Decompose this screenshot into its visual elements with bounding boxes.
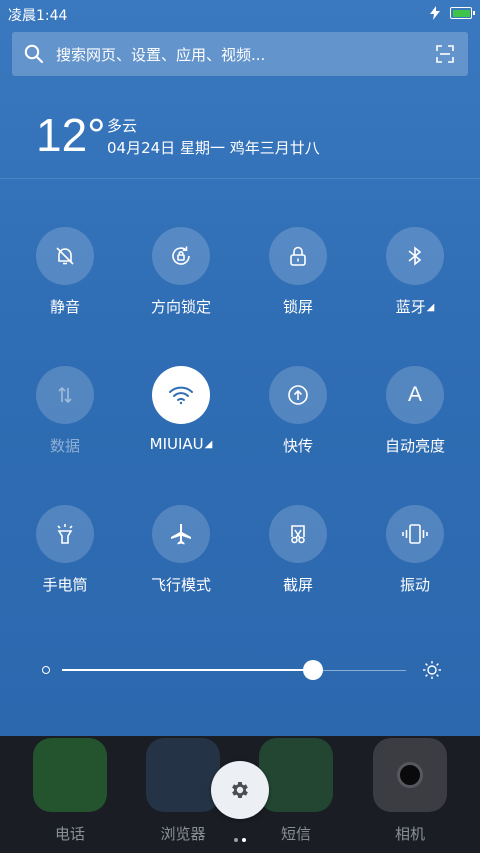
screenshot-scissors-icon xyxy=(291,525,305,544)
weather-temperature: 12° xyxy=(36,109,106,161)
bluetooth-label: 蓝牙 xyxy=(395,298,426,316)
toggle-label: 振动 xyxy=(399,576,430,594)
dock-app-camera[interactable]: 相机 xyxy=(360,736,460,844)
toggle-quick-transfer[interactable]: 快传 xyxy=(248,366,348,456)
airplane-mode-button[interactable] xyxy=(152,505,210,563)
toggle-wifi[interactable]: MIUIAU◢ xyxy=(131,366,231,453)
toggle-screenshot[interactable]: 截屏 xyxy=(248,505,348,595)
mobile-data-toggle-button[interactable] xyxy=(36,366,94,424)
brightness-slider[interactable] xyxy=(40,656,442,684)
toggle-vibrate[interactable]: 振动 xyxy=(365,505,465,595)
gear-icon xyxy=(232,782,248,798)
dock-app-phone[interactable]: 电话 xyxy=(20,736,120,844)
bluetooth-icon xyxy=(408,246,422,266)
toggle-rotation-lock[interactable]: 方向锁定 xyxy=(131,227,231,317)
weather-date: 04月24日 星期一 鸡年三月廿八 xyxy=(107,139,320,157)
lock-screen-button[interactable] xyxy=(269,227,327,285)
messages-app-icon xyxy=(259,738,333,812)
app-label: 相机 xyxy=(394,825,425,843)
page-dot xyxy=(234,838,238,842)
wifi-label: MIUIAU xyxy=(149,435,204,453)
brightness-fill xyxy=(62,669,314,671)
toggle-bluetooth[interactable]: 蓝牙◢ xyxy=(365,227,465,317)
brightness-low-icon xyxy=(42,666,50,674)
toggle-label: 静音 xyxy=(49,298,80,316)
toggle-label: 方向锁定 xyxy=(150,298,211,316)
search-input[interactable] xyxy=(54,32,428,78)
rotation-lock-toggle-button[interactable] xyxy=(152,227,210,285)
toggle-label: MIUIAU◢ xyxy=(131,435,231,453)
browser-app-icon xyxy=(146,738,220,812)
search-bar[interactable] xyxy=(12,32,468,78)
toggle-airplane-mode[interactable]: 飞行模式 xyxy=(131,505,231,595)
brightness-thumb[interactable] xyxy=(303,660,324,680)
lock-icon xyxy=(290,246,306,266)
scan-icon[interactable] xyxy=(436,45,454,63)
brightness-high-icon xyxy=(423,661,441,679)
wifi-more-indicator[interactable]: ◢ xyxy=(205,439,213,450)
battery-icon xyxy=(450,7,475,19)
vibrate-toggle-button[interactable] xyxy=(386,505,444,563)
app-label: 短信 xyxy=(280,825,311,843)
screenshot-button[interactable] xyxy=(269,505,327,563)
toggle-label: 快传 xyxy=(282,437,313,455)
settings-button[interactable] xyxy=(211,761,269,819)
page-indicator xyxy=(232,827,248,846)
toggle-label: 数据 xyxy=(49,437,80,455)
toggle-label: 锁屏 xyxy=(282,298,313,316)
camera-app-icon xyxy=(373,738,447,812)
charging-icon xyxy=(430,6,440,20)
toggle-label: 飞行模式 xyxy=(150,576,211,594)
quick-transfer-button[interactable] xyxy=(269,366,327,424)
rotation-lock-icon xyxy=(172,246,190,265)
page-dot-active xyxy=(242,838,246,842)
vibrate-icon xyxy=(402,524,428,544)
wifi-icon xyxy=(169,386,193,405)
toggle-label: 自动亮度 xyxy=(384,437,445,455)
flashlight-icon xyxy=(57,524,73,544)
flashlight-toggle-button[interactable] xyxy=(36,505,94,563)
weather-condition: 多云 xyxy=(107,117,138,135)
app-label: 电话 xyxy=(54,825,85,843)
toggle-mobile-data[interactable]: 数据 xyxy=(15,366,115,456)
bluetooth-more-indicator[interactable]: ◢ xyxy=(427,302,435,313)
toggle-label: 蓝牙◢ xyxy=(365,296,465,317)
status-bar: 凌晨1:44 xyxy=(0,0,480,28)
bluetooth-toggle-button[interactable] xyxy=(386,227,444,285)
toggle-mute[interactable]: 静音 xyxy=(15,227,115,317)
toggle-auto-brightness[interactable]: A 自动亮度 xyxy=(365,366,465,456)
letter-a-icon: A xyxy=(407,383,422,406)
app-label: 浏览器 xyxy=(160,825,206,843)
data-arrows-icon xyxy=(58,386,72,404)
toggle-label: 手电筒 xyxy=(42,576,88,594)
search-icon xyxy=(24,44,44,64)
toggle-lock-screen[interactable]: 锁屏 xyxy=(248,227,348,317)
airplane-icon xyxy=(171,524,191,545)
mute-toggle-button[interactable] xyxy=(36,227,94,285)
upload-icon xyxy=(288,385,308,405)
toggle-label: 截屏 xyxy=(282,576,313,594)
auto-brightness-button[interactable]: A xyxy=(386,366,444,424)
wifi-toggle-button[interactable] xyxy=(152,366,210,424)
weather-widget[interactable]: 12° 多云 04月24日 星期一 鸡年三月廿八 xyxy=(0,100,480,179)
phone-app-icon xyxy=(33,738,107,812)
status-time: 凌晨1:44 xyxy=(8,8,68,24)
bell-off-icon xyxy=(56,247,74,265)
toggle-flashlight[interactable]: 手电筒 xyxy=(15,505,115,595)
